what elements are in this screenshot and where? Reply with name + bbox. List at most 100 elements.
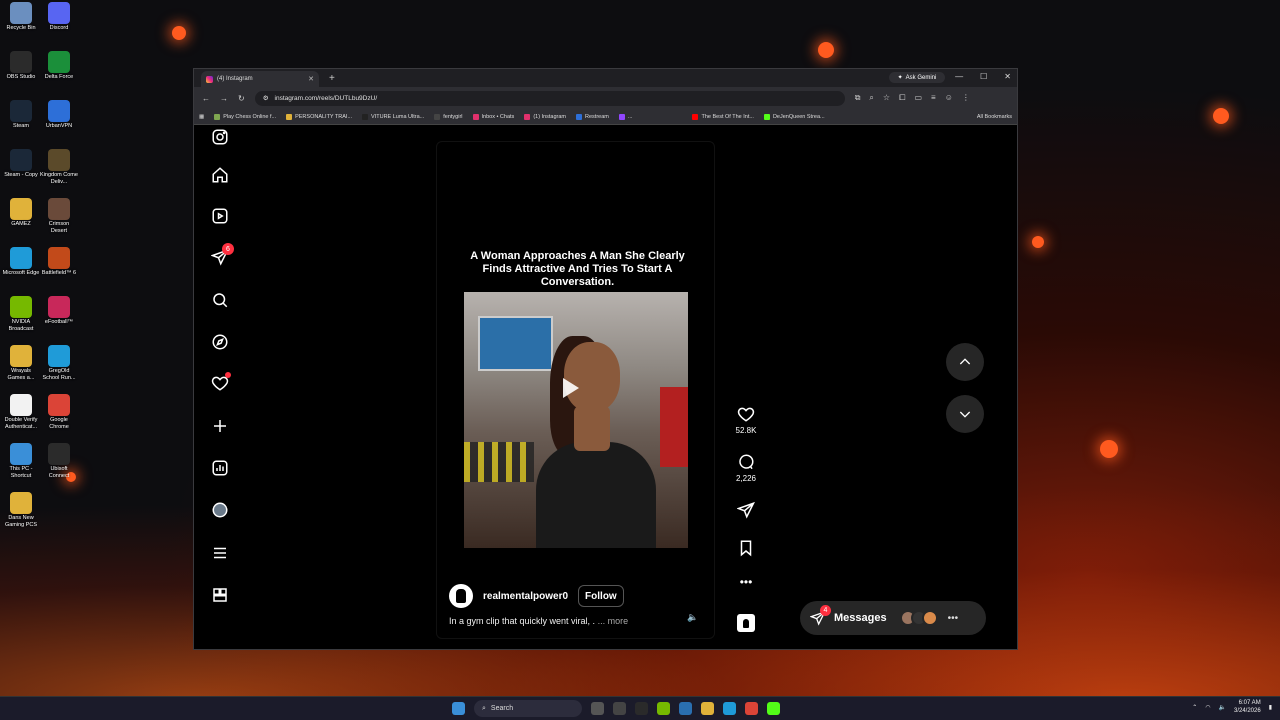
desktop-shortcut[interactable]: GAMEZ bbox=[2, 198, 40, 228]
author-avatar[interactable] bbox=[449, 584, 473, 608]
save-button[interactable] bbox=[734, 539, 758, 557]
desktop-shortcut[interactable]: Ubisoft Connect bbox=[40, 443, 78, 480]
like-button[interactable]: 52.8K bbox=[734, 405, 758, 435]
desktop-shortcut[interactable]: OBS Studio bbox=[2, 51, 40, 81]
menu-icon[interactable] bbox=[208, 541, 232, 565]
tab-instagram[interactable]: (4) Instagram ✕ bbox=[201, 71, 319, 87]
create-icon[interactable] bbox=[208, 414, 232, 438]
also-from-meta-icon[interactable] bbox=[208, 583, 232, 607]
bookmark-item[interactable]: The Best Of The Int... bbox=[692, 113, 754, 120]
desktop-shortcut[interactable]: Google Chrome bbox=[40, 394, 78, 431]
desktop-shortcut[interactable]: Steam bbox=[2, 100, 40, 130]
home-icon[interactable] bbox=[208, 163, 232, 187]
zoom-icon[interactable]: ⌕ bbox=[869, 93, 873, 103]
author-username[interactable]: realmentalpower0 bbox=[483, 591, 568, 602]
store-taskbar-icon[interactable] bbox=[679, 702, 692, 715]
bookmark-item[interactable]: Inbox • Chats bbox=[472, 113, 514, 120]
profile-icon[interactable]: ☺ bbox=[945, 93, 953, 103]
file-explorer-icon[interactable] bbox=[701, 702, 714, 715]
desktop-shortcut[interactable]: NVIDIA Broadcast bbox=[2, 296, 40, 333]
desktop-shortcut[interactable]: Steam - Copy bbox=[2, 149, 40, 179]
reel-player[interactable]: A Woman Approaches A Man She Clearly Fin… bbox=[436, 141, 715, 639]
forward-icon[interactable]: → bbox=[220, 94, 228, 103]
desktop-shortcut[interactable]: GregOld School Run... bbox=[40, 345, 78, 382]
notifications-icon[interactable] bbox=[208, 371, 232, 395]
mute-icon[interactable]: 🔈 bbox=[687, 612, 699, 624]
start-icon[interactable] bbox=[452, 702, 465, 715]
share-button[interactable] bbox=[734, 501, 758, 519]
bookmark-item[interactable]: Play Chess Online f... bbox=[214, 113, 277, 120]
bookmark-label: VITURE Luma Ultra... bbox=[371, 113, 425, 120]
bookmark-item[interactable]: Restream bbox=[576, 113, 609, 120]
desktop-shortcut[interactable]: Delta Force bbox=[40, 51, 78, 81]
desktop-shortcut[interactable]: Recycle Bin bbox=[2, 2, 40, 32]
browser-menu-icon[interactable]: ⋮ bbox=[962, 93, 970, 103]
tab-search-icon[interactable]: ≡ bbox=[931, 93, 936, 103]
site-info-icon[interactable]: ⚙ bbox=[263, 94, 269, 102]
next-reel-button[interactable] bbox=[946, 395, 984, 433]
follow-button[interactable]: Follow bbox=[578, 585, 624, 607]
bookmark-item[interactable]: DeJenQueen Strea... bbox=[763, 113, 825, 120]
taskbar-search[interactable]: ⌕ Search bbox=[474, 700, 582, 717]
task-view-icon[interactable] bbox=[591, 702, 604, 715]
volume-icon[interactable]: 🔈 bbox=[1219, 704, 1226, 711]
bookmark-item[interactable]: (1) Instagram bbox=[524, 113, 566, 120]
clock[interactable]: 6:07 AM 3/24/2026 bbox=[1234, 699, 1261, 715]
search-icon[interactable] bbox=[208, 288, 232, 312]
desktop-shortcut[interactable]: Wrayals Games a... bbox=[2, 345, 40, 382]
reels-icon[interactable] bbox=[208, 204, 232, 228]
bookmark-item[interactable]: fentygirl bbox=[434, 113, 463, 120]
bookmarks-apps-icon[interactable]: ▦ bbox=[199, 114, 204, 120]
maximize-icon[interactable]: ☐ bbox=[980, 72, 987, 81]
desktop-shortcut[interactable]: Kingdom Come Deliv... bbox=[40, 149, 78, 186]
previous-reel-button[interactable] bbox=[946, 343, 984, 381]
notifications-tray-icon[interactable]: ▮ bbox=[1269, 704, 1272, 711]
all-bookmarks-button[interactable]: All Bookmarks bbox=[977, 114, 1012, 120]
explore-icon[interactable] bbox=[208, 330, 232, 354]
desktop-shortcut[interactable]: Dans New Gaming PCS bbox=[2, 492, 40, 529]
wifi-icon[interactable]: ◠ bbox=[1205, 704, 1210, 711]
desktop-shortcut[interactable]: Battlefield™ 6 bbox=[40, 247, 78, 277]
desktop-shortcut[interactable]: Discord bbox=[40, 2, 78, 32]
minimize-icon[interactable]: — bbox=[955, 72, 963, 81]
bookmark-label: Play Chess Online f... bbox=[223, 113, 277, 120]
address-bar[interactable]: ⚙ instagram.com/reels/DUTLbu9DzU/ bbox=[254, 90, 845, 106]
bookmark-item[interactable]: VITURE Luma Ultra... bbox=[362, 113, 425, 120]
play-icon[interactable] bbox=[563, 378, 579, 398]
reel-video[interactable] bbox=[464, 292, 688, 548]
steam-taskbar-icon[interactable] bbox=[635, 702, 648, 715]
close-tab-icon[interactable]: ✕ bbox=[308, 75, 314, 83]
bookmark-item[interactable]: PERSONALITY TRAI... bbox=[286, 113, 352, 120]
kick-taskbar-icon[interactable] bbox=[767, 702, 780, 715]
profile-avatar[interactable] bbox=[208, 498, 232, 522]
desktop-shortcut[interactable]: Double Verify Authenticat... bbox=[2, 394, 40, 431]
caption-more-link[interactable]: ... more bbox=[598, 616, 629, 626]
widgets-icon[interactable] bbox=[613, 702, 626, 715]
desktop-shortcut[interactable]: Crimson Desert bbox=[40, 198, 78, 235]
desktop-shortcut[interactable]: Microsoft Edge bbox=[2, 247, 40, 277]
split-view-icon[interactable]: ▭ bbox=[914, 93, 922, 103]
bookmark-item[interactable]: ... bbox=[618, 113, 632, 120]
bookmark-star-icon[interactable]: ☆ bbox=[883, 93, 890, 103]
more-options-icon[interactable]: ••• bbox=[734, 575, 758, 589]
edge-taskbar-icon[interactable] bbox=[723, 702, 736, 715]
extensions-icon[interactable]: ⧠ bbox=[899, 93, 905, 103]
close-window-icon[interactable]: ✕ bbox=[1004, 72, 1011, 81]
desktop-shortcut[interactable]: This PC - Shortcut bbox=[2, 443, 40, 480]
nvidia-taskbar-icon[interactable] bbox=[657, 702, 670, 715]
comment-button[interactable]: 2,226 bbox=[734, 453, 758, 483]
tray-chevron-icon[interactable]: ⌃ bbox=[1192, 704, 1197, 711]
back-icon[interactable]: ← bbox=[202, 94, 210, 103]
direct-messages-icon[interactable]: 6 bbox=[208, 243, 234, 269]
chrome-taskbar-icon[interactable] bbox=[745, 702, 758, 715]
new-tab-button[interactable]: + bbox=[329, 73, 335, 84]
messages-button[interactable]: 4 Messages ••• bbox=[800, 601, 986, 635]
dashboard-icon[interactable] bbox=[208, 456, 232, 480]
desktop-shortcut[interactable]: UrbanVPN bbox=[40, 100, 78, 130]
audio-avatar[interactable] bbox=[737, 614, 755, 632]
reload-icon[interactable]: ↻ bbox=[238, 94, 245, 103]
install-app-icon[interactable]: ⧉ bbox=[855, 93, 861, 103]
ask-gemini-button[interactable]: ✦ Ask Gemini bbox=[889, 72, 945, 83]
instagram-logo-icon[interactable] bbox=[208, 125, 232, 149]
desktop-shortcut[interactable]: eFootball™ bbox=[40, 296, 78, 326]
